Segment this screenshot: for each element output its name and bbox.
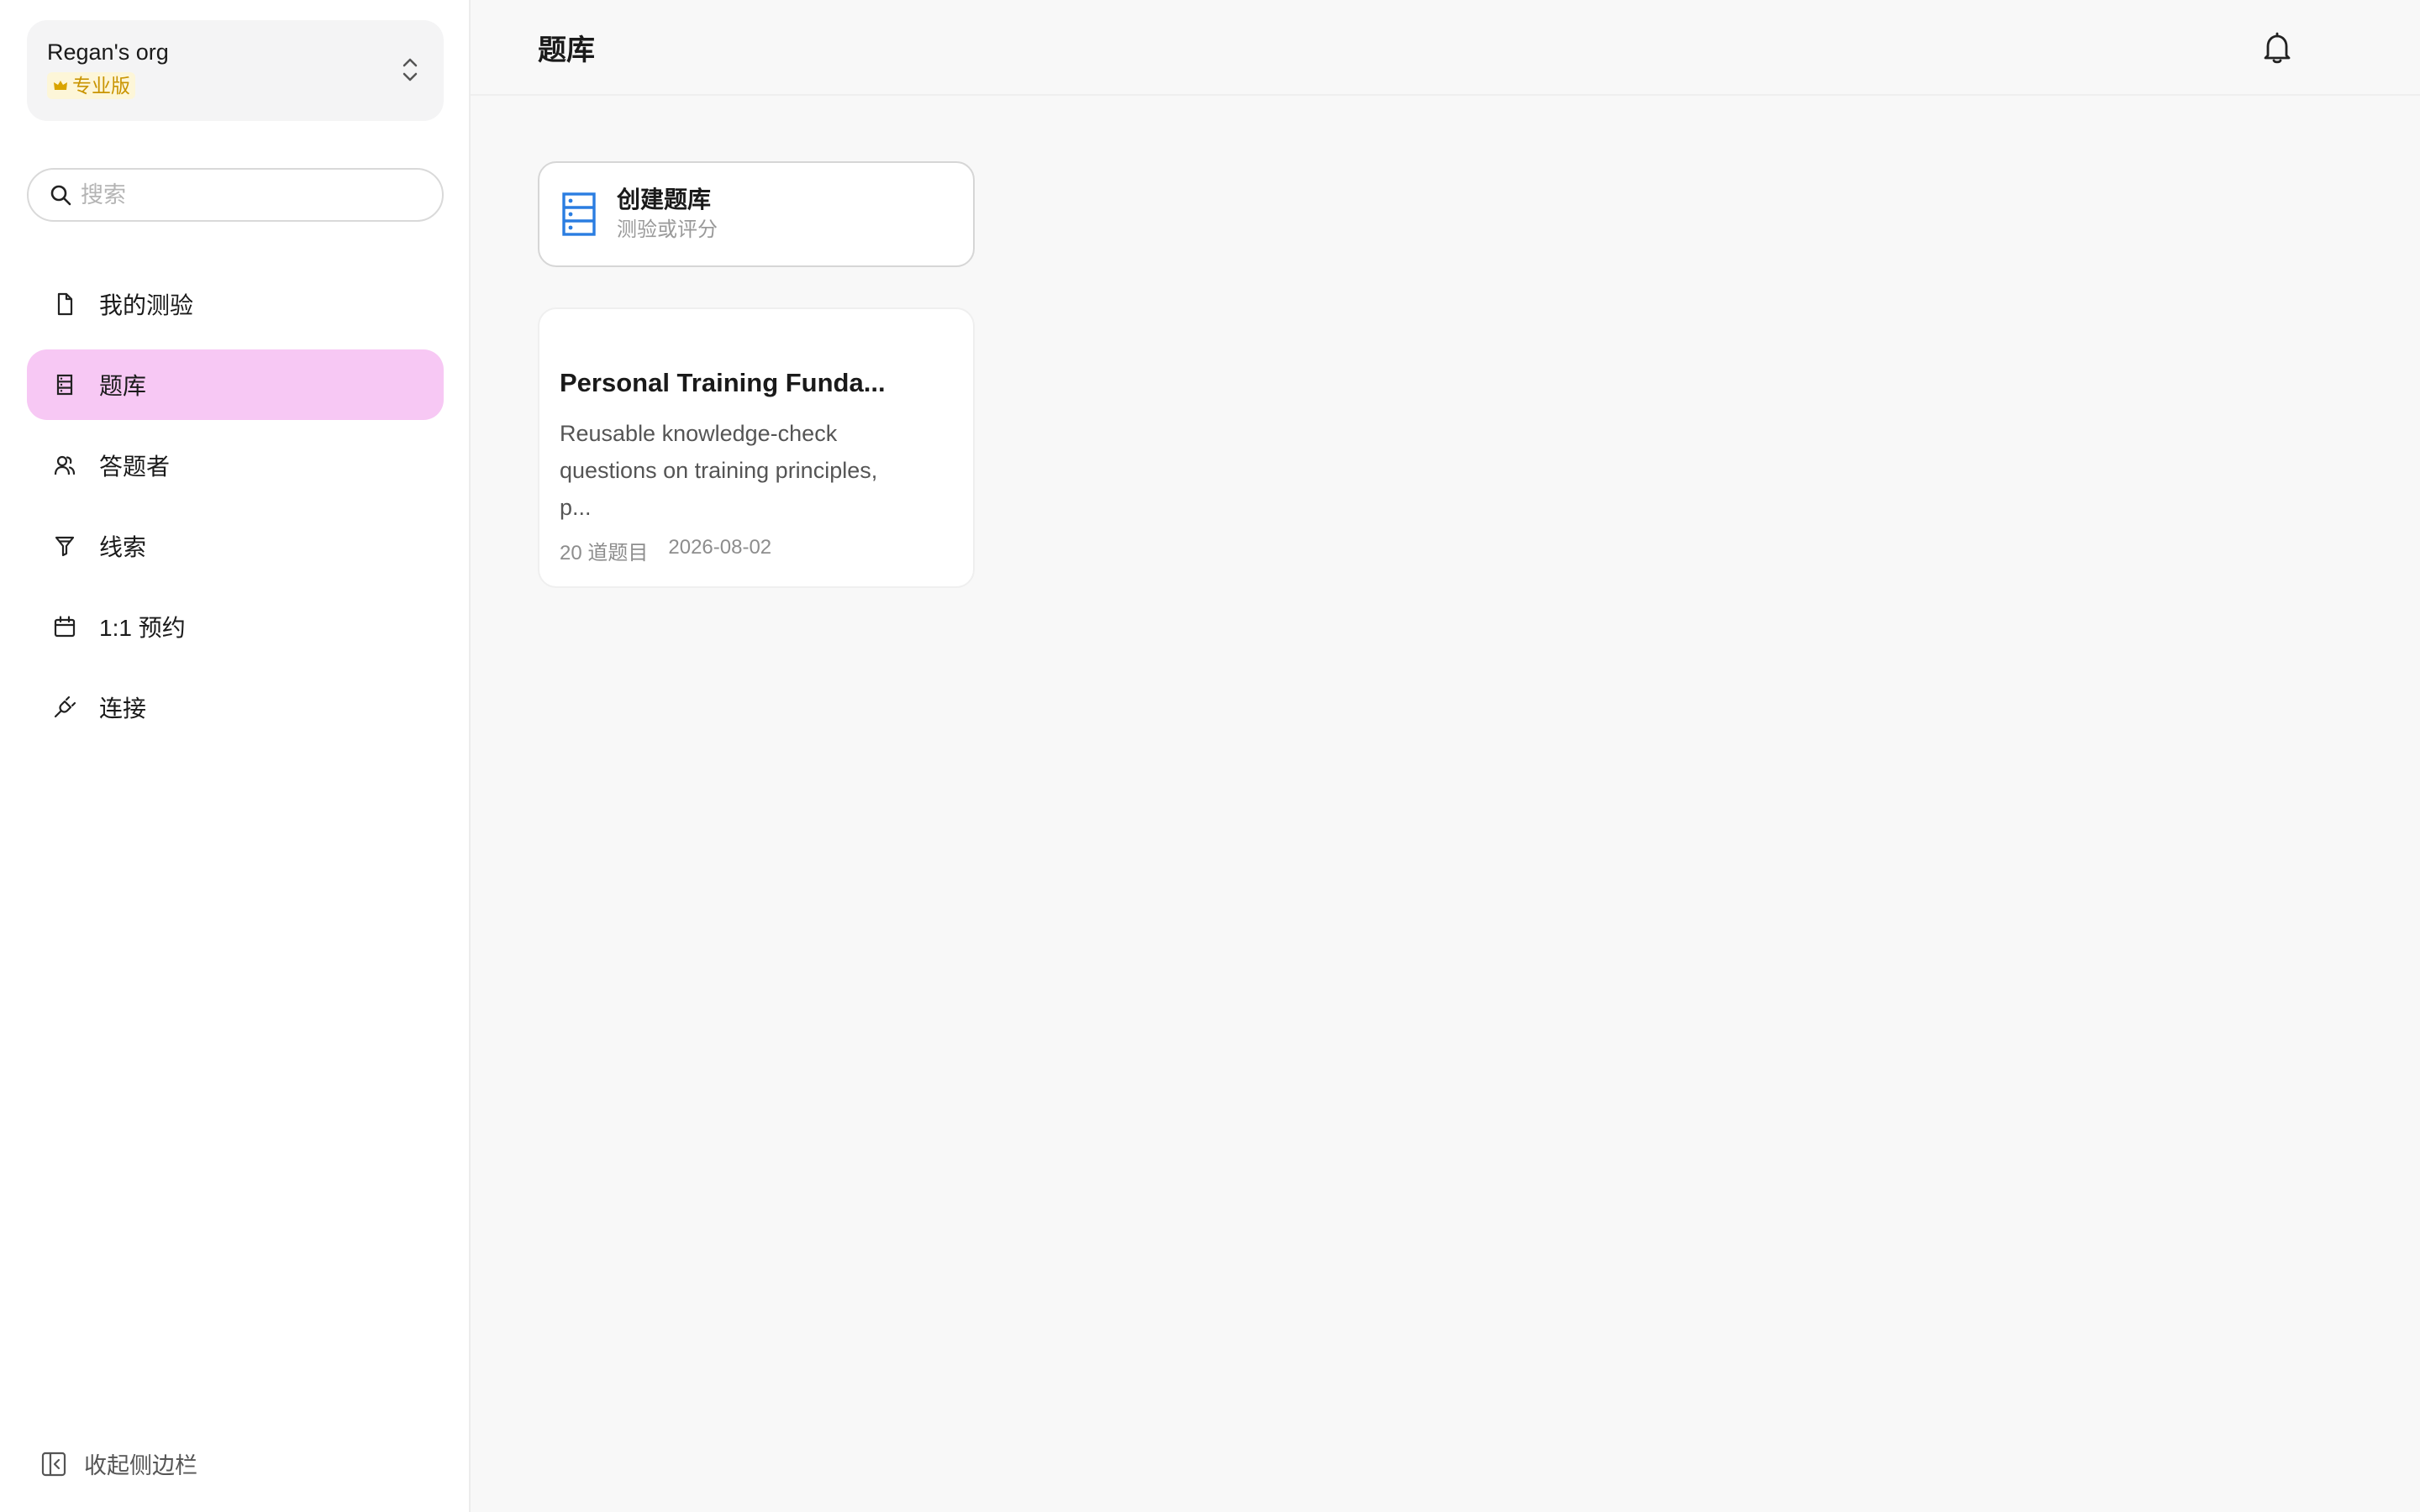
nav-label: 答题者 (99, 454, 171, 480)
nav-label: 我的测验 (99, 292, 194, 318)
chevron-updown-icon (402, 58, 418, 81)
question-bank-date: 2026-08-02 (668, 536, 772, 559)
bell-icon[interactable] (2260, 30, 2294, 66)
search-icon (50, 185, 71, 206)
file-icon (52, 291, 77, 317)
create-card-text: 创建题库 测验或评分 (617, 185, 718, 244)
plan-badge: 专业版 (47, 72, 135, 99)
question-bank-card[interactable]: Personal Training Funda... Reusable know… (538, 307, 975, 588)
nav-item-respondents[interactable]: 答题者 (27, 430, 444, 501)
sidebar-collapse-icon (41, 1452, 66, 1476)
collapse-label: 收起侧边栏 (84, 1453, 197, 1478)
nav-label: 线索 (99, 534, 147, 560)
question-bank-title: Personal Training Funda... (560, 368, 886, 397)
calendar-icon (52, 614, 77, 639)
database-icon (52, 372, 77, 397)
org-name: Regan's org (47, 39, 169, 65)
question-bank-description: Reusable knowledge-check questions on tr… (560, 421, 878, 520)
org-switcher[interactable]: Regan's org 专业版 (27, 20, 444, 121)
page-title: 题库 (538, 34, 595, 66)
nav-label: 1:1 预约 (99, 615, 186, 641)
collapse-sidebar-button[interactable]: 收起侧边栏 (40, 1447, 197, 1480)
sidebar: Regan's org 专业版 我的测验 (0, 0, 471, 1512)
nav-item-question-bank[interactable]: 题库 (27, 349, 444, 420)
question-bank-meta: 20 道题目 2026-08-02 (560, 536, 953, 565)
app-root: Regan's org 专业版 我的测验 (0, 0, 2420, 1512)
main-area: 题库 创建题库 测验或评分 Personal Training Funda...… (471, 0, 2420, 1512)
nav-item-my-quizzes[interactable]: 我的测验 (27, 269, 444, 339)
nav-label: 题库 (99, 373, 147, 399)
database-icon (562, 192, 596, 236)
main-nav: 我的测验 题库 答题者 线索 1:1 预约 连接 (27, 269, 444, 743)
plug-icon (52, 695, 77, 720)
users-icon (52, 453, 77, 478)
top-bar: 题库 (471, 0, 2420, 96)
content: 创建题库 测验或评分 Personal Training Funda... Re… (471, 96, 2420, 588)
crown-icon (54, 81, 67, 90)
search-input[interactable] (81, 181, 417, 208)
create-card-title: 创建题库 (617, 186, 712, 213)
create-question-bank-button[interactable]: 创建题库 测验或评分 (538, 161, 975, 267)
nav-item-leads[interactable]: 线索 (27, 511, 444, 581)
create-card-subtitle: 测验或评分 (617, 218, 718, 241)
filter-icon (52, 533, 77, 559)
nav-label: 连接 (99, 696, 147, 722)
nav-item-appointments[interactable]: 1:1 预约 (27, 591, 444, 662)
nav-item-connections[interactable]: 连接 (27, 672, 444, 743)
plan-label: 专业版 (72, 75, 130, 97)
search-box (27, 168, 444, 222)
question-count: 20 道题目 (560, 542, 649, 564)
